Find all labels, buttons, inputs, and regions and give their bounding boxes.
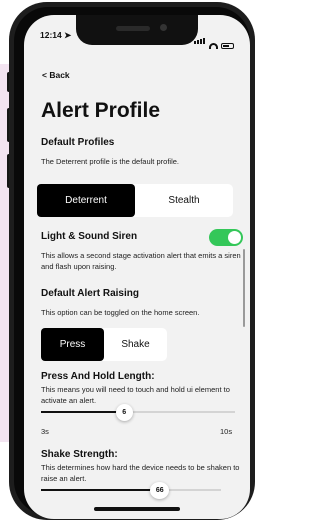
press-hold-min-label: 3s xyxy=(41,427,49,436)
back-label: Back xyxy=(49,70,70,80)
segment-shake[interactable]: Shake xyxy=(104,328,167,361)
home-indicator xyxy=(94,507,180,511)
battery-icon xyxy=(221,43,234,49)
phone-frame: 12:14 ➤ < Back Alert Profile Default Pro… xyxy=(9,2,255,520)
scrollbar[interactable] xyxy=(243,249,245,327)
back-button[interactable]: < Back xyxy=(42,70,70,80)
app-screen: 12:14 ➤ < Back Alert Profile Default Pro… xyxy=(24,15,250,519)
siren-toggle[interactable] xyxy=(209,229,243,246)
segment-press[interactable]: Press xyxy=(41,328,104,361)
status-bar: 12:14 ➤ xyxy=(24,15,250,51)
status-time: 12:14 ➤ xyxy=(40,30,72,40)
wifi-icon xyxy=(209,43,218,49)
shake-slider-thumb[interactable]: 66 xyxy=(150,482,170,499)
siren-heading: Light & Sound Siren xyxy=(41,231,138,242)
phone-bezel: 12:14 ➤ < Back Alert Profile Default Pro… xyxy=(14,7,250,519)
chevron-left-icon: < xyxy=(42,70,47,80)
shake-description: This determines how hard the device need… xyxy=(41,463,240,483)
press-hold-description: This means you will need to touch and ho… xyxy=(41,385,230,405)
segment-stealth[interactable]: Stealth xyxy=(135,184,233,217)
shake-slider-fill xyxy=(41,489,160,491)
raising-segmented-control: Press Shake xyxy=(41,328,167,361)
location-arrow-icon: ➤ xyxy=(64,30,72,40)
default-profiles-heading: Default Profiles xyxy=(41,137,115,148)
press-hold-slider-thumb[interactable]: 6 xyxy=(115,404,133,421)
front-camera xyxy=(160,24,167,31)
signal-icon xyxy=(194,31,206,49)
alert-raising-heading: Default Alert Raising xyxy=(41,288,139,299)
siren-description: This allows a second stage activation al… xyxy=(41,251,241,271)
speaker-grille xyxy=(116,26,150,31)
press-hold-max-label: 10s xyxy=(220,427,233,436)
profile-segmented-control: Deterrent Stealth xyxy=(37,184,233,217)
press-hold-heading: Press And Hold Length: xyxy=(41,371,155,382)
page-title: Alert Profile xyxy=(41,99,161,122)
default-profiles-description: The Deterrent profile is the default pro… xyxy=(41,157,179,166)
segment-deterrent[interactable]: Deterrent xyxy=(37,184,135,217)
notch xyxy=(76,15,198,45)
press-hold-slider-fill xyxy=(41,411,125,413)
toggle-knob xyxy=(228,231,241,244)
alert-raising-description: This option can be toggled on the home s… xyxy=(41,308,200,317)
shake-heading: Shake Strength: xyxy=(41,449,118,460)
status-icons xyxy=(194,31,234,49)
